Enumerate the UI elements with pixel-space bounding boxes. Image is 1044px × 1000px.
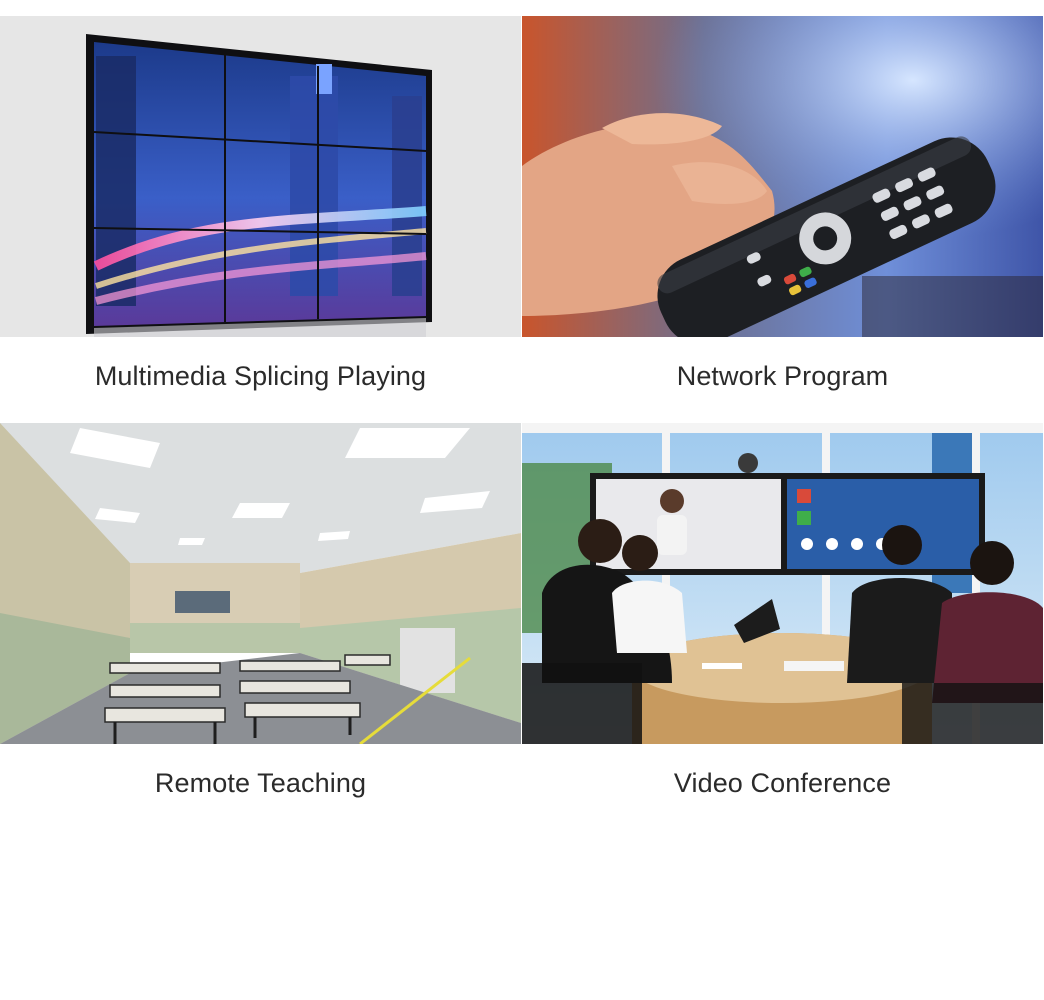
caption-teaching: Remote Teaching — [154, 768, 367, 798]
caption-multimedia: Multimedia Splicing Playing — [94, 361, 427, 391]
caption-conference: Video Conference — [673, 768, 892, 798]
caption-network: Network Program — [676, 361, 889, 391]
remote-control-image[interactable] — [522, 16, 1043, 337]
video-wall-image[interactable] — [0, 16, 521, 337]
video-conference-image[interactable] — [522, 423, 1043, 744]
scenario-card-conference[interactable]: Video Conference — [522, 423, 1043, 798]
scenario-card-teaching[interactable]: Remote Teaching — [0, 423, 521, 798]
classroom-image[interactable] — [0, 423, 521, 744]
scenario-card-network[interactable]: Network Program — [522, 16, 1043, 391]
scenario-card-multimedia[interactable]: Multimedia Splicing Playing — [0, 16, 521, 391]
